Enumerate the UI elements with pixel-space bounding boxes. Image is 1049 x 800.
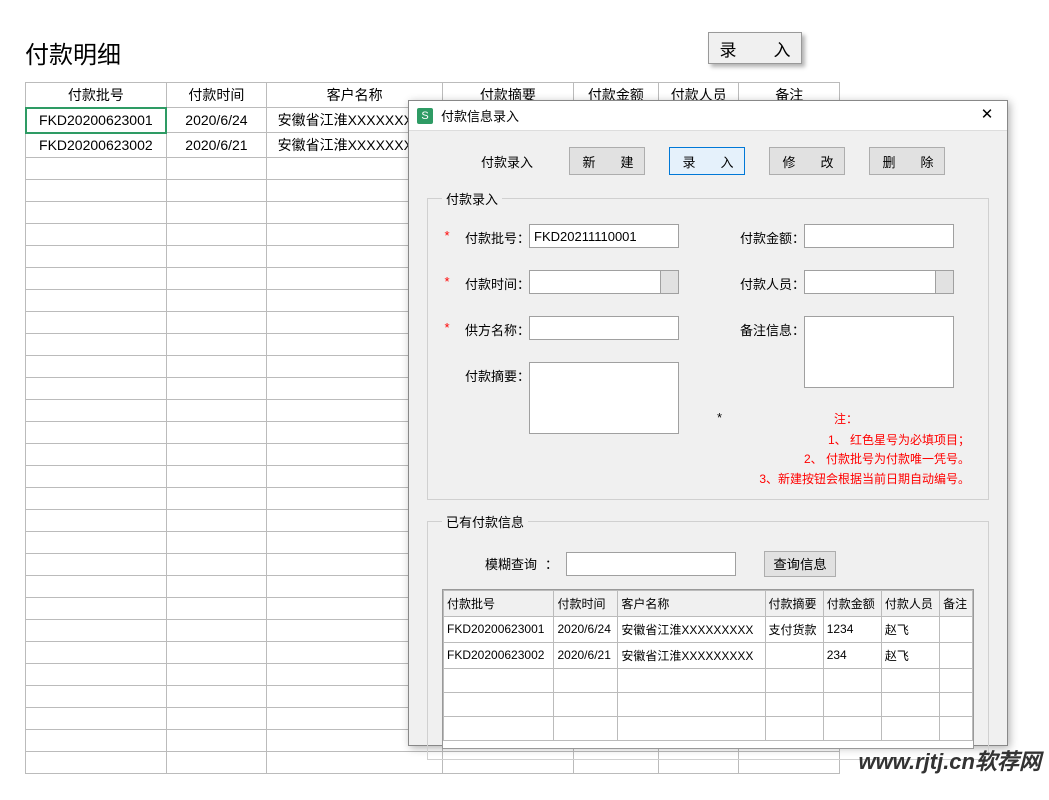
table-row: [444, 692, 973, 716]
required-icon: *: [442, 274, 452, 289]
amount-input[interactable]: [804, 224, 954, 248]
eth-remark: 备注: [940, 590, 973, 616]
eth-customer: 客户名称: [618, 590, 765, 616]
existing-info-table: 付款批号 付款时间 客户名称 付款摘要 付款金额 付款人员 备注 FKD2020…: [443, 590, 973, 741]
required-icon: *: [442, 228, 452, 243]
delete-button[interactable]: 删 除: [869, 147, 945, 175]
time-input[interactable]: [529, 270, 661, 294]
payment-entry-dialog: S 付款信息录入 ✕ 付款录入 新 建 录 入 修 改 删 除 付款录入 * 付…: [408, 100, 1008, 746]
entry-notes: 注： 1、 红色星号为必填项目； 2、 付款批号为付款唯一凭号。 3、新建按钮会…: [722, 410, 974, 489]
time-picker-button[interactable]: [661, 270, 679, 294]
table-row: [444, 668, 973, 692]
eth-person: 付款人员: [881, 590, 939, 616]
existing-legend: 已有付款信息: [442, 512, 528, 531]
supplier-input[interactable]: [529, 316, 679, 340]
query-button[interactable]: 查询信息: [764, 551, 836, 577]
batch-label: 付款批号: [452, 224, 517, 247]
remark-textarea[interactable]: [804, 316, 954, 388]
enter-dialog-button[interactable]: 录 入: [669, 147, 745, 175]
enter-button[interactable]: 录 入: [708, 32, 802, 64]
person-label: 付款人员: [727, 270, 792, 293]
eth-amount: 付款金额: [823, 590, 881, 616]
summary-textarea[interactable]: [529, 362, 679, 434]
toolbar-label: 付款录入: [481, 152, 533, 171]
dialog-title-text: 付款信息录入: [441, 106, 975, 125]
modify-button[interactable]: 修 改: [769, 147, 845, 175]
query-input[interactable]: [566, 552, 736, 576]
supplier-label: 供方名称: [452, 316, 517, 339]
watermark: www.rjtj.cn软荐网: [858, 744, 1041, 776]
remark-label: 备注信息: [727, 316, 792, 339]
new-button[interactable]: 新 建: [569, 147, 645, 175]
entry-legend: 付款录入: [442, 189, 502, 208]
table-row[interactable]: FKD202006230022020/6/21安徽省江淮XXXXXXXXX234…: [444, 642, 973, 668]
dialog-titlebar[interactable]: S 付款信息录入 ✕: [409, 101, 1007, 131]
amount-label: 付款金额: [727, 224, 792, 247]
close-icon[interactable]: ✕: [975, 106, 999, 126]
batch-input[interactable]: [529, 224, 679, 248]
th-time: 付款时间: [166, 83, 266, 108]
query-label: 模糊查询: [472, 554, 537, 573]
eth-summary: 付款摘要: [765, 590, 823, 616]
table-row: [444, 716, 973, 740]
time-label: 付款时间: [452, 270, 517, 293]
table-row[interactable]: FKD202006230012020/6/24安徽省江淮XXXXXXXXX支付货…: [444, 616, 973, 642]
eth-time: 付款时间: [554, 590, 618, 616]
person-picker-button[interactable]: [936, 270, 954, 294]
person-input[interactable]: [804, 270, 936, 294]
required-icon: *: [442, 320, 452, 335]
entry-fieldset: 付款录入 * 付款批号 ： * 付款时间 ：: [427, 189, 989, 500]
th-batch: 付款批号: [26, 83, 167, 108]
existing-fieldset: 已有付款信息 模糊查询 ： 查询信息 付款批号 付款时间 客户名称 付款摘要 付…: [427, 512, 989, 760]
app-icon: S: [417, 108, 433, 124]
summary-label: 付款摘要: [452, 362, 517, 385]
eth-batch: 付款批号: [444, 590, 554, 616]
